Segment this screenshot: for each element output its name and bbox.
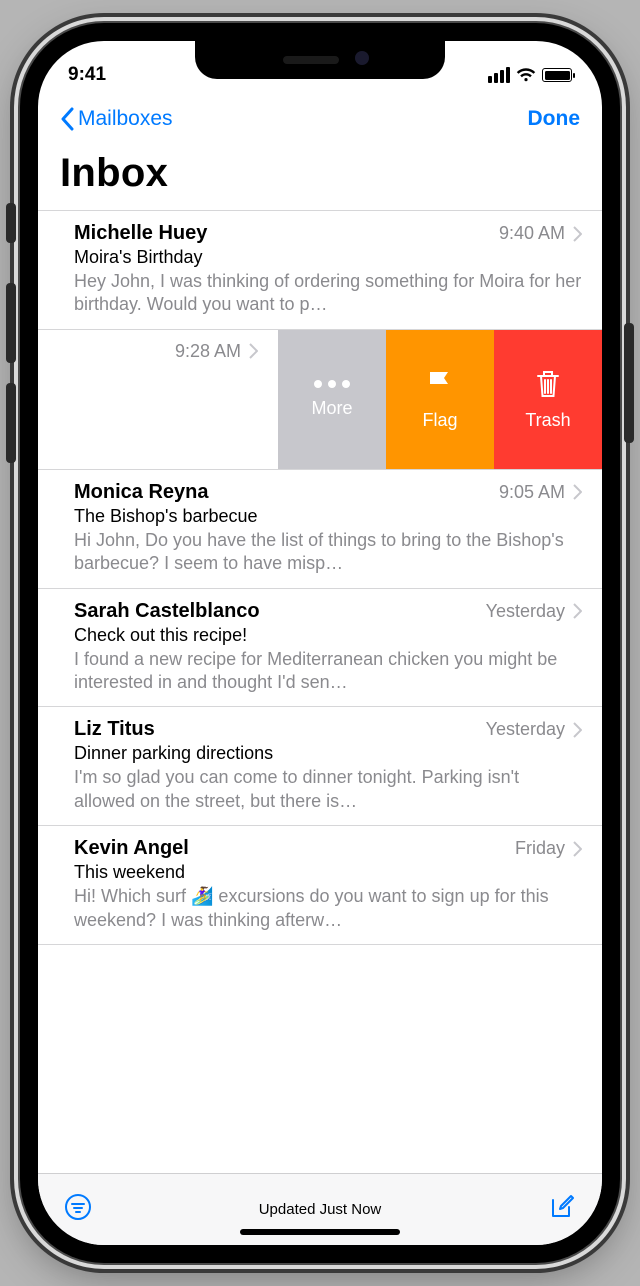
swipe-label: More [311,398,352,419]
notch [195,41,445,79]
flag-icon [424,368,456,400]
mail-subject: The Bishop's barbecue [74,506,582,527]
mail-time: Yesterday [486,601,565,622]
toolbar-status: Updated Just Now [259,1201,382,1218]
mail-row[interactable]: Michelle Huey 9:40 AM Moira's Birthday H… [38,211,602,330]
mail-preview: Hey John, I was thinking of ordering som… [74,270,582,317]
chevron-right-icon [573,722,582,738]
swipe-trash-button[interactable]: Trash [494,330,602,469]
mail-row[interactable]: Liz Titus Yesterday Dinner parking direc… [38,707,602,826]
mail-sender: Kevin Angel [74,837,189,860]
mail-time: Yesterday [486,719,565,740]
mail-time: Friday [515,838,565,859]
mail-sender: Liz Titus [74,718,155,741]
mail-preview: Hi John, Do you have the list of things … [74,529,582,576]
swipe-label: Trash [525,410,570,431]
swipe-more-button[interactable]: More [278,330,386,469]
mail-preview: Hi! Which surf 🏄‍♀️ excursions do you wa… [74,885,582,932]
home-indicator[interactable] [240,1229,400,1235]
mail-preview: gether for game dering if you're fr… [38,387,258,434]
back-button[interactable]: Mailboxes [60,107,173,131]
mail-time: 9:40 AM [499,223,565,244]
side-button[interactable] [624,323,634,443]
page-title: Inbox [38,137,602,210]
mail-preview: I found a new recipe for Mediterranean c… [74,648,582,695]
chevron-right-icon [249,343,258,359]
mail-row-swiped[interactable]: 9:28 AM gether for game dering if you're… [38,330,602,470]
swipe-label: Flag [422,410,457,431]
screen: 9:41 Mailboxes Done Inbox [38,41,602,1245]
back-label: Mailboxes [78,107,173,131]
mail-sender: Sarah Castelblanco [74,600,260,623]
mail-sender: Michelle Huey [74,222,207,245]
mail-time: 9:28 AM [175,341,241,362]
status-time: 9:41 [68,64,106,86]
filter-button[interactable] [64,1193,92,1226]
mail-row[interactable]: Kevin Angel Friday This weekend Hi! Whic… [38,826,602,945]
mail-subject: Check out this recipe! [74,625,582,646]
iphone-frame: 9:41 Mailboxes Done Inbox [20,23,620,1263]
cellular-icon [488,67,510,83]
ellipsis-icon [314,380,350,388]
chevron-right-icon [573,484,582,500]
nav-bar: Mailboxes Done [38,97,602,137]
volume-down-button[interactable] [6,383,16,463]
mail-subject: This weekend [74,862,582,883]
volume-up-button[interactable] [6,283,16,363]
chevron-left-icon [60,107,74,131]
mail-row[interactable]: Sarah Castelblanco Yesterday Check out t… [38,589,602,708]
wifi-icon [516,67,536,83]
chevron-right-icon [573,841,582,857]
mute-switch[interactable] [6,203,16,243]
mail-sender: Monica Reyna [74,481,208,504]
chevron-right-icon [573,226,582,242]
mail-subject: Moira's Birthday [74,247,582,268]
filter-icon [64,1193,92,1221]
trash-icon [532,368,564,400]
message-list[interactable]: Michelle Huey 9:40 AM Moira's Birthday H… [38,210,602,1173]
mail-subject: Dinner parking directions [74,743,582,764]
compose-button[interactable] [548,1193,576,1226]
mail-preview: I'm so glad you can come to dinner tonig… [74,766,582,813]
done-button[interactable]: Done [528,107,581,131]
swipe-flag-button[interactable]: Flag [386,330,494,469]
compose-icon [548,1193,576,1221]
swipe-actions: More Flag Trash [278,330,602,469]
mail-time: 9:05 AM [499,482,565,503]
mail-row[interactable]: Monica Reyna 9:05 AM The Bishop's barbec… [38,470,602,589]
battery-icon [542,68,572,82]
chevron-right-icon [573,603,582,619]
